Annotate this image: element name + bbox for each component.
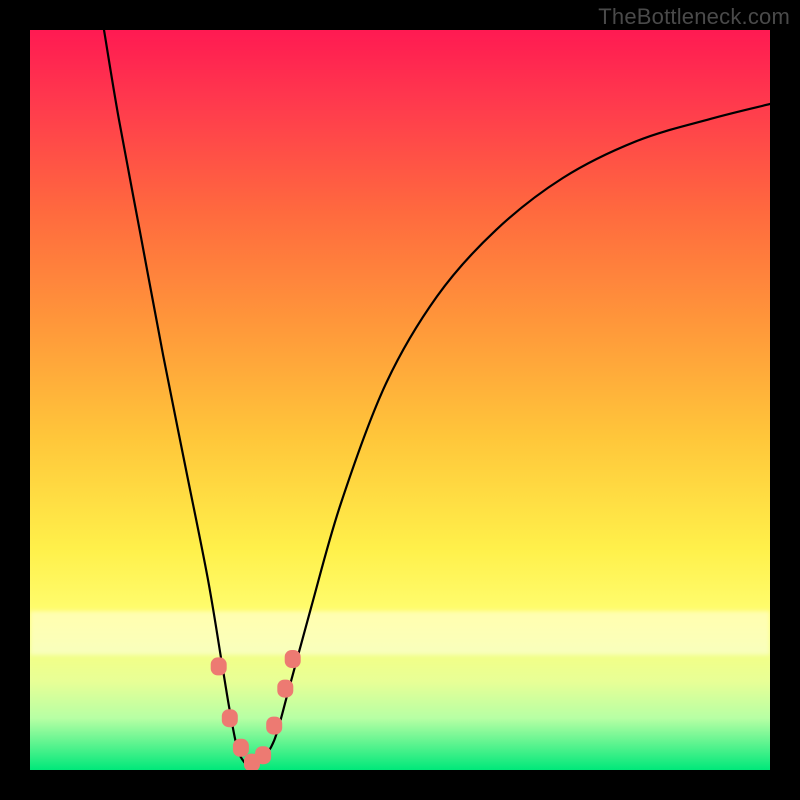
curve-layer xyxy=(30,30,770,770)
trough-marker xyxy=(266,717,282,735)
trough-marker xyxy=(211,657,227,675)
trough-marker xyxy=(222,709,238,727)
chart-frame: TheBottleneck.com xyxy=(0,0,800,800)
trough-marker-group xyxy=(211,650,301,770)
plot-area xyxy=(30,30,770,770)
trough-marker xyxy=(233,739,249,757)
watermark-text: TheBottleneck.com xyxy=(598,4,790,30)
trough-marker xyxy=(255,746,271,764)
trough-marker xyxy=(285,650,301,668)
bottleneck-curve xyxy=(104,30,770,766)
trough-marker xyxy=(277,680,293,698)
